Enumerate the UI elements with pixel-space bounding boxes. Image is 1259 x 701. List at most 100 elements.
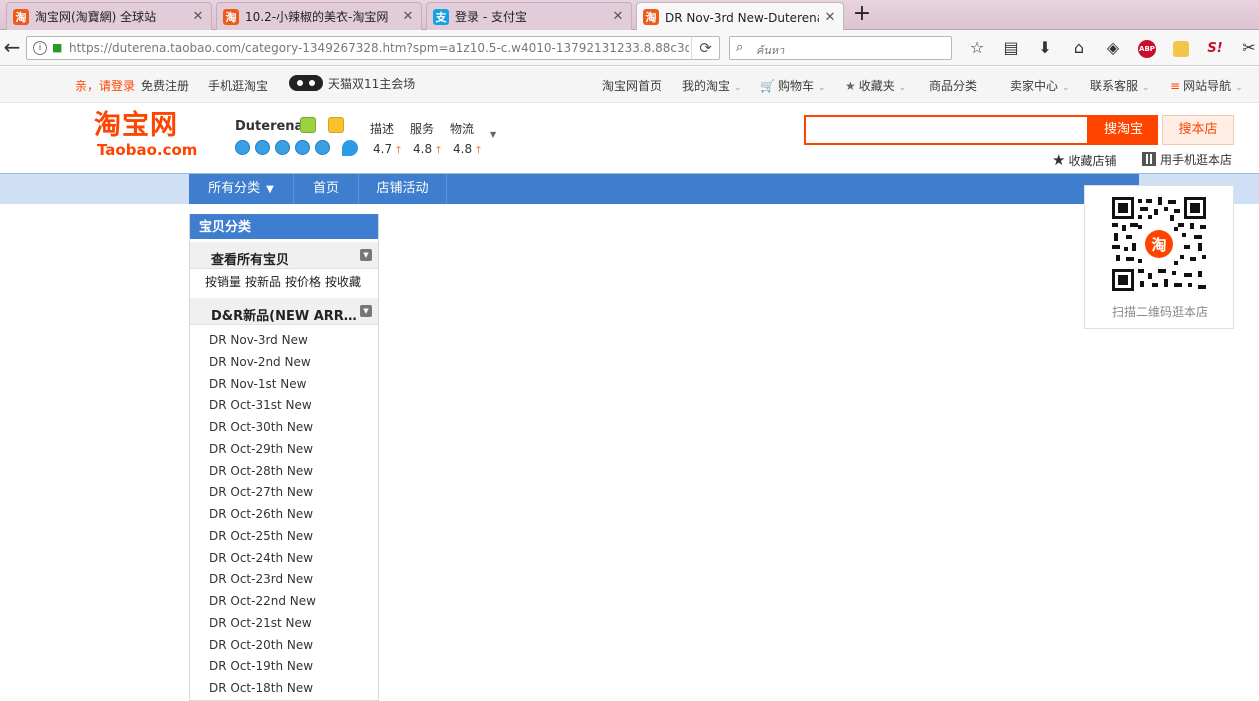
category-link[interactable]: DR Nov-3rd New	[209, 330, 378, 352]
category-link[interactable]: DR Nov-2nd New	[209, 352, 378, 374]
my-taobao-menu[interactable]: 我的淘宝 ⌄	[682, 77, 742, 94]
category-link[interactable]: DR Nov-1st New	[209, 374, 378, 396]
url-text[interactable]: https://duterena.taobao.com/category-134…	[69, 41, 689, 55]
cart-menu[interactable]: 🛒 购物车 ⌄	[760, 77, 826, 94]
category-list: DR Nov-3rd New DR Nov-2nd New DR Nov-1st N…	[190, 325, 378, 700]
category-link[interactable]: DR Oct-22nd New	[209, 591, 378, 613]
extension-s-icon[interactable]: S!	[1198, 36, 1232, 60]
register-link[interactable]: 免费注册	[141, 77, 189, 94]
category-link[interactable]: DR Oct-24th New	[209, 548, 378, 570]
categories-link[interactable]: 商品分类	[929, 77, 977, 94]
search-shop-button[interactable]: 搜本店	[1162, 115, 1234, 145]
alipay-favicon: 支	[433, 8, 449, 25]
close-tab-icon[interactable]: ✕	[823, 10, 837, 25]
collect-shop-link[interactable]: ★ 收藏店铺	[1052, 151, 1116, 169]
browser-toolbar: ☆ ▤ ⬇ ⌂ ◈ ABP S! ✂	[960, 36, 1259, 60]
login-link[interactable]: 亲，请登录	[75, 77, 135, 94]
collapse-toggle-icon[interactable]: ▼	[360, 249, 372, 261]
crown-icon	[315, 140, 330, 155]
browser-tab-bar: 淘 淘宝网(淘寶網) 全球站 ✕ 淘 10.2-小辣椒的美衣-淘宝网 ✕ 支 登…	[0, 0, 1259, 31]
view-all-items-link[interactable]: 查看所有宝贝	[211, 249, 361, 268]
site-info-icon[interactable]: i	[33, 41, 47, 55]
download-arrow-icon[interactable]: ⬇	[1028, 36, 1062, 60]
browser-tab-duterena[interactable]: 淘 DR Nov-3rd New-Duterena-淘 ✕	[636, 2, 844, 31]
back-arrow-icon[interactable]: ←	[0, 35, 24, 61]
search-taobao-button[interactable]: 搜淘宝	[1089, 115, 1158, 145]
browser-search-box[interactable]: ⌕ ค้นหา	[729, 36, 952, 60]
chevron-down-icon: ⌄	[898, 83, 907, 93]
browser-tab-alipay-login[interactable]: 支 登录 - 支付宝 ✕	[426, 2, 632, 30]
new-arrivals-section[interactable]: D&R新品(NEW ARRIVALS) ▼	[190, 298, 378, 325]
reload-icon[interactable]: ⟳	[691, 37, 719, 59]
sort-by-price[interactable]: 按价格	[285, 275, 321, 289]
triangle-down-icon: ▼	[266, 184, 274, 195]
chevron-down-icon: ⌄	[1142, 83, 1150, 93]
shop-name[interactable]: Duterena	[235, 119, 303, 134]
sidebar-heading: 宝贝分类	[190, 214, 378, 239]
category-link[interactable]: DR Oct-31st New	[209, 395, 378, 417]
cart-icon: 🛒	[760, 79, 775, 93]
arrow-up-icon: 🡑	[395, 145, 402, 156]
address-bar[interactable]: i ■ https://duterena.taobao.com/category…	[26, 36, 720, 60]
crown-icon	[255, 140, 270, 155]
category-link[interactable]: DR Oct-18th New	[209, 678, 378, 700]
close-tab-icon[interactable]: ✕	[401, 9, 415, 24]
wangwang-chat-icon[interactable]	[342, 140, 358, 156]
gold-seller-icon[interactable]	[328, 117, 344, 133]
mobile-taobao-link[interactable]: 手机逛淘宝	[208, 77, 268, 94]
category-link[interactable]: DR Oct-26th New	[209, 504, 378, 526]
extension-icon[interactable]	[1164, 36, 1198, 60]
view-all-items-section[interactable]: 查看所有宝贝 ▼	[190, 242, 378, 269]
category-link[interactable]: DR Oct-25th New	[209, 526, 378, 548]
category-link[interactable]: DR Oct-20th New	[209, 635, 378, 657]
arrow-up-icon: 🡑	[475, 145, 482, 156]
new-arrivals-link[interactable]: D&R新品(NEW ARRIVALS)	[211, 305, 361, 324]
seller-center-menu[interactable]: 卖家中心 ⌄	[1010, 77, 1070, 94]
browser-tab-pepper-shop[interactable]: 淘 10.2-小辣椒的美衣-淘宝网 ✕	[216, 2, 422, 30]
category-link[interactable]: DR Oct-28th New	[209, 461, 378, 483]
star-icon: ★	[1052, 151, 1066, 169]
home-icon[interactable]: ⌂	[1062, 36, 1096, 60]
collapse-toggle-icon[interactable]: ▼	[360, 305, 372, 317]
favorites-menu[interactable]: ★ 收藏夹 ⌄	[845, 77, 906, 94]
chevron-down-icon[interactable]: ▼	[490, 130, 496, 160]
reading-list-icon[interactable]: ▤	[994, 36, 1028, 60]
customer-service-menu[interactable]: 联系客服 ⌄	[1090, 77, 1150, 94]
category-link[interactable]: DR Oct-30th New	[209, 417, 378, 439]
taobao-home-link[interactable]: 淘宝网首页	[602, 77, 662, 94]
category-link[interactable]: DR Oct-23rd New	[209, 569, 378, 591]
sort-by-favorites[interactable]: 按收藏	[325, 275, 361, 289]
shop-nav-bar: 所有分类 ▼ 首页 店铺活动	[189, 174, 1139, 204]
category-link[interactable]: DR Oct-29th New	[209, 439, 378, 461]
shop-activities-link[interactable]: 店铺活动	[359, 174, 447, 204]
category-link[interactable]: DR Oct-21st New	[209, 613, 378, 635]
tab-title: 淘宝网(淘寶網) 全球站	[35, 10, 157, 24]
shop-ratings[interactable]: 描述 4.7 🡑 服务 4.8 🡑 物流 4.8 🡑 ▼	[370, 120, 496, 160]
sort-by-sales[interactable]: 按销量	[205, 275, 241, 289]
all-categories-menu[interactable]: 所有分类 ▼	[189, 174, 294, 204]
sort-by-new[interactable]: 按新品	[245, 275, 281, 289]
mobile-shop-link[interactable]: 用手机逛本店	[1142, 151, 1232, 168]
consumer-protection-icon[interactable]	[300, 117, 316, 133]
close-tab-icon[interactable]: ✕	[611, 9, 625, 24]
tmall-double11-link[interactable]: 天猫双11主会场	[289, 75, 415, 92]
category-sidebar: 宝贝分类 查看所有宝贝 ▼ 按销量 按新品 按价格 按收藏 D&R新品(NEW ARR…	[189, 214, 379, 701]
crown-icon	[275, 140, 290, 155]
category-link[interactable]: DR Oct-27th New	[209, 482, 378, 504]
new-tab-plus-icon[interactable]: +	[850, 3, 874, 27]
seller-level-crowns[interactable]	[235, 140, 358, 156]
bookmark-star-icon[interactable]: ☆	[960, 36, 994, 60]
taobao-logo[interactable]: 淘宝网 Taobao.com	[94, 111, 204, 160]
rating-description: 描述 4.7 🡑	[370, 122, 402, 156]
shop-search-input[interactable]	[804, 115, 1089, 145]
browser-tab-taobao-global[interactable]: 淘 淘宝网(淘寶網) 全球站 ✕	[6, 2, 212, 30]
shop-home-link[interactable]: 首页	[294, 174, 359, 204]
qr-code-icon	[1142, 152, 1156, 166]
category-link[interactable]: DR Oct-19th New	[209, 656, 378, 678]
close-tab-icon[interactable]: ✕	[191, 9, 205, 24]
site-navigation-menu[interactable]: ≡ 网站导航 ⌄	[1170, 77, 1243, 94]
adblock-plus-icon[interactable]: ABP	[1130, 36, 1164, 60]
scissors-icon[interactable]: ✂	[1232, 36, 1259, 60]
pocket-icon[interactable]: ◈	[1096, 36, 1130, 60]
chevron-down-icon: ⌄	[734, 83, 742, 93]
